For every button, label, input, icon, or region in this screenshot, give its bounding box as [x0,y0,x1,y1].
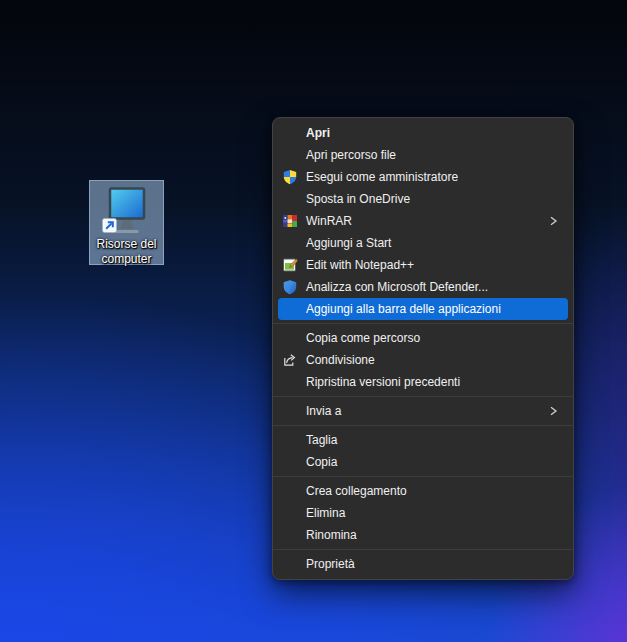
menu-item-esegui-come-amministratore[interactable]: Esegui come amministratore [278,166,568,188]
menu-item-label: Ripristina versioni precedenti [306,375,460,389]
menu-item-label: Taglia [306,433,337,447]
menu-item-propriet[interactable]: Proprietà [278,553,568,575]
notepadpp-icon [282,257,298,273]
menu-item-ripristina-versioni-precedenti[interactable]: Ripristina versioni precedenti [278,371,568,393]
menu-item-crea-collegamento[interactable]: Crea collegamento [278,480,568,502]
menu-item-label: Copia come percorso [306,331,420,345]
menu-item-label: Aggiungi a Start [306,236,391,250]
desktop: { "desktop_icon": { "label_line1": "Riso… [0,0,627,642]
menu-separator [273,549,573,550]
menu-item-label: Proprietà [306,557,355,571]
winrar-icon [282,213,298,229]
menu-item-label: Rinomina [306,528,357,542]
menu-item-sposta-in-onedrive[interactable]: Sposta in OneDrive [278,188,568,210]
menu-item-apri-percorso-file[interactable]: Apri percorso file [278,144,568,166]
menu-separator [273,396,573,397]
menu-separator [273,476,573,477]
menu-item-elimina[interactable]: Elimina [278,502,568,524]
menu-item-label: Crea collegamento [306,484,407,498]
uac-shield-icon [282,169,298,185]
menu-item-copia[interactable]: Copia [278,451,568,473]
menu-item-label: Sposta in OneDrive [306,192,410,206]
menu-item-label: Esegui come amministratore [306,170,458,184]
menu-item-winrar[interactable]: WinRAR [278,210,568,232]
menu-item-label: Condivisione [306,353,375,367]
defender-icon [282,279,298,295]
menu-item-label: Analizza con Microsoft Defender... [306,280,488,294]
menu-item-rinomina[interactable]: Rinomina [278,524,568,546]
menu-item-invia-a[interactable]: Invia a [278,400,568,422]
menu-item-label: Apri [306,126,330,140]
menu-item-edit-with-notepad[interactable]: Edit with Notepad++ [278,254,568,276]
menu-item-analizza-con-microsoft-defender[interactable]: Analizza con Microsoft Defender... [278,276,568,298]
menu-item-aggiungi-a-start[interactable]: Aggiungi a Start [278,232,568,254]
desktop-icon-label: Risorse del computer [90,237,163,267]
share-icon [282,352,298,368]
menu-item-copia-come-percorso[interactable]: Copia come percorso [278,327,568,349]
menu-item-taglia[interactable]: Taglia [278,429,568,451]
menu-item-label: Edit with Notepad++ [306,258,414,272]
menu-separator [273,425,573,426]
menu-item-aggiungi-alla-barra-delle-applicazioni[interactable]: Aggiungi alla barra delle applicazioni [278,298,568,320]
shortcut-arrow-icon [102,218,117,233]
menu-item-label: Copia [306,455,337,469]
menu-item-condivisione[interactable]: Condivisione [278,349,568,371]
menu-item-apri[interactable]: Apri [278,122,568,144]
desktop-icon-risorse-del-computer[interactable]: Risorse del computer [89,180,164,265]
menu-item-label: Invia a [306,404,341,418]
menu-item-label: Apri percorso file [306,148,396,162]
menu-separator [273,323,573,324]
menu-item-label: WinRAR [306,214,352,228]
context-menu: Apri Apri percorso file Esegui come ammini… [272,117,574,580]
menu-item-label: Elimina [306,506,345,520]
chevron-right-icon [547,405,559,417]
chevron-right-icon [547,215,559,227]
menu-item-label: Aggiungi alla barra delle applicazioni [306,302,501,316]
